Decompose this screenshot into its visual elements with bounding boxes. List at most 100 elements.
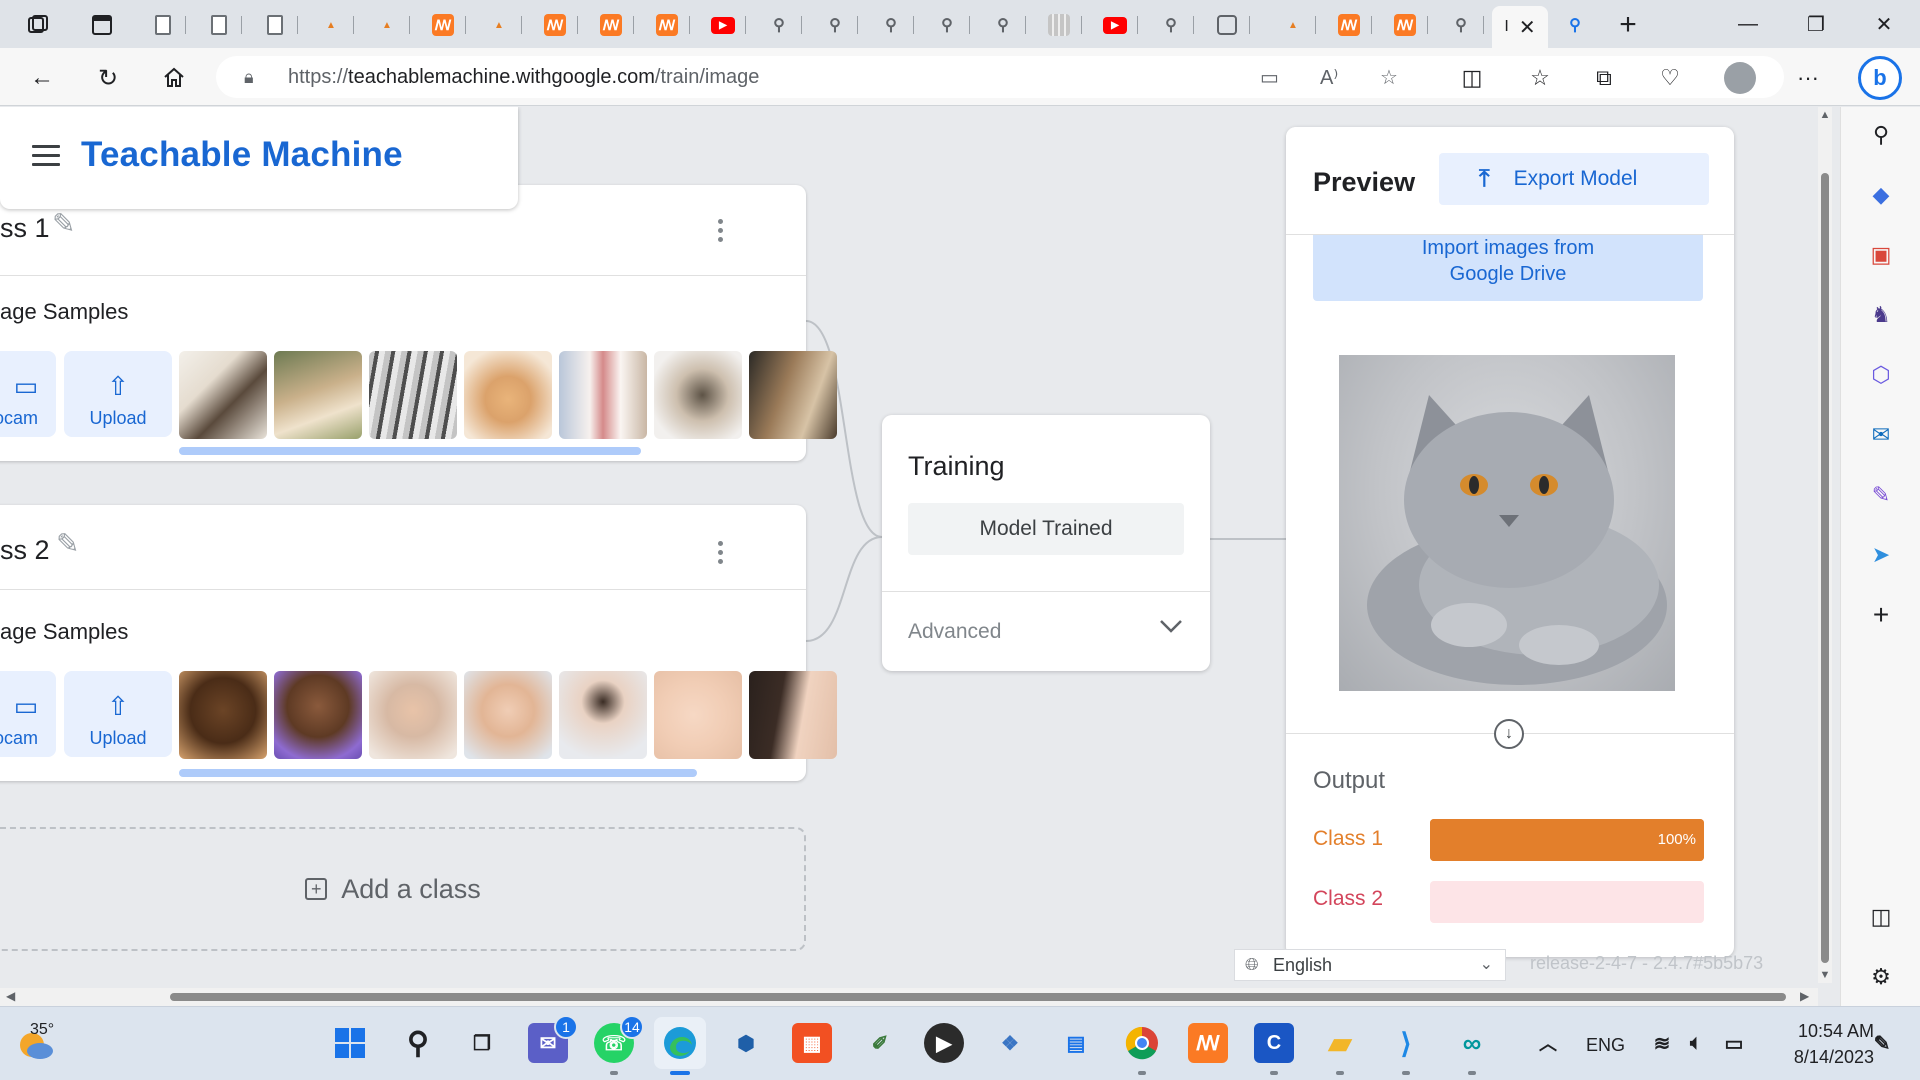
thumb-scroll-indicator[interactable]: [179, 447, 641, 455]
close-window-button[interactable]: ✕: [1860, 4, 1908, 44]
profile-avatar[interactable]: [1724, 62, 1756, 94]
baby-thumb-2[interactable]: [274, 671, 362, 759]
hamburger-menu-icon[interactable]: [32, 145, 60, 167]
tab[interactable]: ⚲: [1438, 8, 1484, 42]
scrollbar-thumb[interactable]: [170, 993, 1786, 1001]
tab[interactable]: [252, 8, 298, 42]
tab[interactable]: ⚲: [980, 8, 1026, 42]
camera-blocked-icon[interactable]: ▭: [1260, 65, 1279, 90]
virtualbox-button[interactable]: ⬢: [726, 1023, 766, 1063]
scroll-up-icon[interactable]: ▲: [1818, 109, 1832, 121]
baby-thumb-3[interactable]: [369, 671, 457, 759]
restore-button[interactable]: ❐: [1792, 4, 1840, 44]
xampp-button[interactable]: ꟿ: [1188, 1023, 1228, 1063]
split-screen-button[interactable]: ◫: [1454, 60, 1490, 96]
close-tab-icon[interactable]: ✕: [1519, 15, 1536, 40]
outlook-icon[interactable]: ✉: [1863, 417, 1899, 453]
cat-thumb-5[interactable]: [559, 351, 647, 439]
shopping-tag-icon[interactable]: ◆: [1863, 177, 1899, 213]
cat-thumb-6[interactable]: [654, 351, 742, 439]
baby-thumb-4[interactable]: [464, 671, 552, 759]
tab[interactable]: [140, 8, 186, 42]
tab[interactable]: ⚲: [812, 8, 858, 42]
paint-tool-button[interactable]: ✐: [860, 1023, 900, 1063]
app-title[interactable]: Teachable Machine: [81, 135, 403, 175]
baby-thumb-1[interactable]: [179, 671, 267, 759]
baby-thumb-7[interactable]: [749, 671, 837, 759]
tab[interactable]: ▲: [364, 8, 410, 42]
favorite-star-icon[interactable]: ☆: [1380, 65, 1398, 90]
clock-time[interactable]: 10:54 AM: [1762, 1021, 1874, 1042]
export-model-button[interactable]: ⤒ Export Model: [1439, 153, 1709, 205]
teams-chat-button[interactable]: ✉ 1: [528, 1015, 578, 1063]
vertical-tabs-button[interactable]: [82, 8, 122, 42]
tab[interactable]: ▶: [700, 8, 746, 42]
send-drop-icon[interactable]: ➤: [1863, 537, 1899, 573]
edge-taskbar-button[interactable]: [654, 1017, 706, 1075]
class-name[interactable]: ss 2: [0, 535, 50, 566]
home-button[interactable]: [154, 58, 194, 98]
tab[interactable]: ꟿ: [1382, 8, 1428, 42]
media-player-button[interactable]: ▶: [924, 1023, 964, 1063]
file-explorer-button[interactable]: ▰: [1320, 1023, 1360, 1075]
games-chess-icon[interactable]: ♞: [1863, 297, 1899, 333]
cat-thumb-2[interactable]: [274, 351, 362, 439]
cat-thumb-7[interactable]: [749, 351, 837, 439]
language-select[interactable]: 🌐︎ English ⌄: [1234, 949, 1506, 981]
train-model-button[interactable]: Model Trained: [908, 503, 1184, 555]
add-sidebar-app-icon[interactable]: +: [1863, 597, 1899, 633]
baby-thumb-6[interactable]: [654, 671, 742, 759]
start-button[interactable]: [330, 1023, 370, 1063]
tab[interactable]: ⚲: [924, 8, 970, 42]
thumb-scroll-indicator[interactable]: [179, 769, 697, 777]
tab[interactable]: ▶: [1092, 8, 1138, 42]
baby-thumb-5[interactable]: [559, 671, 647, 759]
webcam-button[interactable]: ▭ ocam: [0, 671, 56, 757]
upload-button[interactable]: ⇧ Upload: [64, 351, 172, 437]
scroll-right-icon[interactable]: ▶: [1800, 989, 1809, 1003]
url-text[interactable]: https://teachablemachine.withgoogle.com/…: [288, 66, 759, 89]
scroll-down-icon[interactable]: ▼: [1818, 969, 1832, 981]
tab[interactable]: ▲: [1270, 8, 1316, 42]
edit-pencil-icon[interactable]: ✎: [52, 207, 75, 240]
browser-essentials-button[interactable]: ♡: [1652, 60, 1688, 96]
settings-more-button[interactable]: ···: [1790, 60, 1826, 96]
show-hidden-icons-button[interactable]: ︿: [1528, 1023, 1568, 1063]
arduino-button[interactable]: ∞: [1452, 1023, 1492, 1075]
edit-pencil-icon[interactable]: ✎: [56, 527, 79, 560]
volume-button[interactable]: 🔈︎: [1676, 1023, 1716, 1063]
cat-thumb-3[interactable]: [369, 351, 457, 439]
cat-thumb-1[interactable]: [179, 351, 267, 439]
add-class-button[interactable]: + Add a class: [0, 827, 806, 951]
code-editor-button[interactable]: C: [1254, 1023, 1294, 1075]
search-icon[interactable]: ⚲: [1863, 117, 1899, 153]
active-tab[interactable]: I ✕: [1492, 6, 1548, 48]
sidebar-settings-icon[interactable]: ⚙: [1863, 959, 1899, 995]
tab[interactable]: ꟿ: [588, 8, 634, 42]
advanced-toggle[interactable]: Advanced: [908, 620, 1001, 644]
tab[interactable]: ⚲: [756, 8, 802, 42]
tab[interactable]: ⚲: [1552, 8, 1598, 42]
webcam-button[interactable]: ▭ ocam: [0, 351, 56, 437]
collections-button[interactable]: ⧉: [1586, 60, 1622, 96]
new-tab-button[interactable]: +: [1608, 8, 1648, 42]
notepad-button[interactable]: ▤: [1056, 1023, 1096, 1063]
class-name[interactable]: ss 1: [0, 213, 50, 244]
task-view-button[interactable]: ❐: [462, 1023, 502, 1063]
tab[interactable]: ꟿ: [532, 8, 578, 42]
microsoft-365-icon[interactable]: ⬡: [1863, 357, 1899, 393]
tab-actions-button[interactable]: [18, 8, 58, 42]
favorites-button[interactable]: ☆: [1522, 60, 1558, 96]
python-button[interactable]: ❖: [990, 1023, 1030, 1063]
minimize-button[interactable]: —: [1724, 4, 1772, 44]
store-button[interactable]: ▦: [792, 1023, 832, 1063]
tab[interactable]: ꟿ: [420, 8, 466, 42]
notifications-button[interactable]: ✎: [1862, 1023, 1902, 1063]
tab[interactable]: ꟿ: [644, 8, 690, 42]
back-button[interactable]: ←: [22, 58, 62, 98]
read-aloud-icon[interactable]: A⁾: [1320, 65, 1338, 90]
designer-icon[interactable]: ✎: [1863, 477, 1899, 513]
refresh-button[interactable]: ↻: [88, 58, 128, 98]
chevron-down-icon[interactable]: [1158, 613, 1184, 645]
taskbar-search-button[interactable]: ⚲: [398, 1023, 438, 1063]
